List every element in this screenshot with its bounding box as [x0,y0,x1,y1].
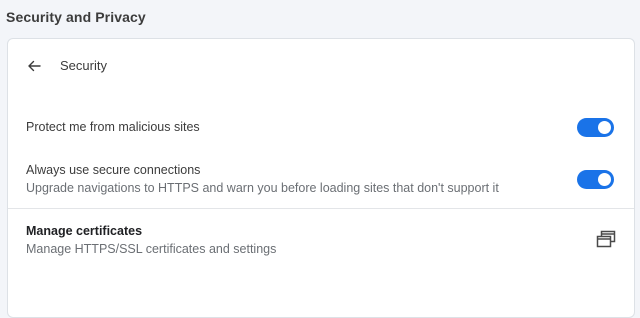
manage-certificates-label: Manage certificates [26,224,143,238]
setting-row-secure-connections: Always use secure connections Upgrade na… [8,157,634,201]
secure-connections-toggle[interactable] [577,170,614,189]
open-in-new-window-icon[interactable] [596,230,616,248]
setting-label: Protect me from malicious sites [26,120,200,134]
setting-label: Always use secure connections [26,163,201,177]
page-title: Security and Privacy [6,9,146,25]
subpage-header: Security [8,39,634,93]
arrow-left-icon [28,60,41,72]
security-settings-card: Security Protect me from malicious sites… [7,38,635,318]
setting-row-malicious-sites: Protect me from malicious sites [8,111,634,141]
divider [8,208,634,209]
subpage-title: Security [60,58,107,73]
back-button[interactable] [22,54,46,78]
manage-certificates-row[interactable]: Manage certificates Manage HTTPS/SSL cer… [8,217,634,261]
toggle-knob [598,173,611,186]
setting-description: Upgrade navigations to HTTPS and warn yo… [26,181,499,195]
manage-certificates-description: Manage HTTPS/SSL certificates and settin… [26,242,277,256]
malicious-sites-toggle[interactable] [577,118,614,137]
toggle-knob [598,121,611,134]
